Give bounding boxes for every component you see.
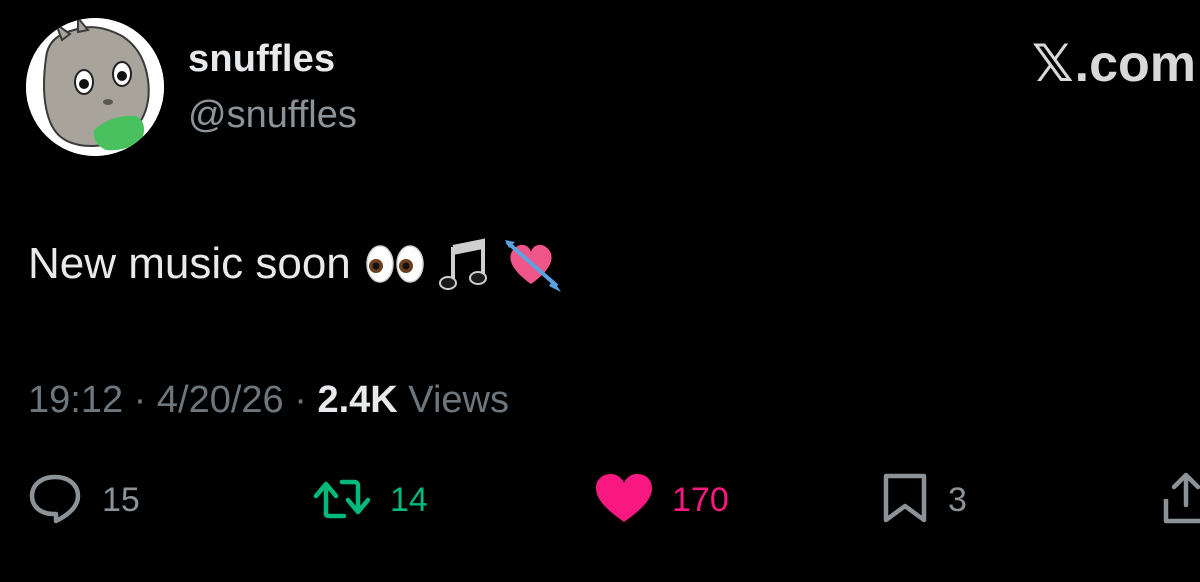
action-bar: 15 14 170 3: [0, 470, 1200, 530]
avatar-illustration: [26, 18, 164, 156]
bookmark-icon: [880, 472, 930, 529]
reply-count: 15: [102, 480, 140, 519]
reply-button[interactable]: 15: [26, 470, 140, 530]
author-handle[interactable]: @snuffles: [188, 94, 357, 137]
like-count: 170: [672, 480, 729, 519]
views-count: 2.4K: [317, 379, 398, 421]
musical-notes-icon: [438, 237, 489, 291]
bookmark-count: 3: [948, 480, 967, 519]
repost-count: 14: [390, 480, 428, 519]
x-com-logo: 𝕏.com: [1032, 34, 1196, 94]
repost-button[interactable]: 14: [312, 470, 428, 530]
views-label: Views: [408, 379, 509, 421]
heart-with-arrow-icon: [503, 236, 561, 292]
tweet-date[interactable]: 4/20/26: [157, 379, 284, 421]
share-button[interactable]: [1160, 470, 1200, 530]
x-logo-icon: 𝕏: [1031, 34, 1074, 94]
eyes-emoji-icon: [365, 244, 425, 284]
reply-icon: [26, 471, 84, 530]
brand-domain: .com: [1074, 35, 1196, 93]
tweet-text: New music soon: [28, 236, 561, 292]
meta-separator: ·: [133, 379, 147, 421]
tweet-time[interactable]: 19:12: [28, 379, 123, 421]
share-icon: [1160, 471, 1200, 530]
like-button[interactable]: 170: [594, 470, 729, 530]
meta-separator: ·: [294, 379, 307, 421]
heart-icon: [594, 472, 654, 529]
tweet-body: New music soon: [28, 239, 351, 288]
bookmark-button[interactable]: 3: [880, 470, 967, 530]
avatar[interactable]: [26, 18, 164, 156]
repost-icon: [312, 474, 372, 527]
tweet-meta: 19:12 · 4/20/26 · 2.4K Views: [28, 379, 509, 422]
author-display-name[interactable]: snuffles: [188, 38, 335, 81]
